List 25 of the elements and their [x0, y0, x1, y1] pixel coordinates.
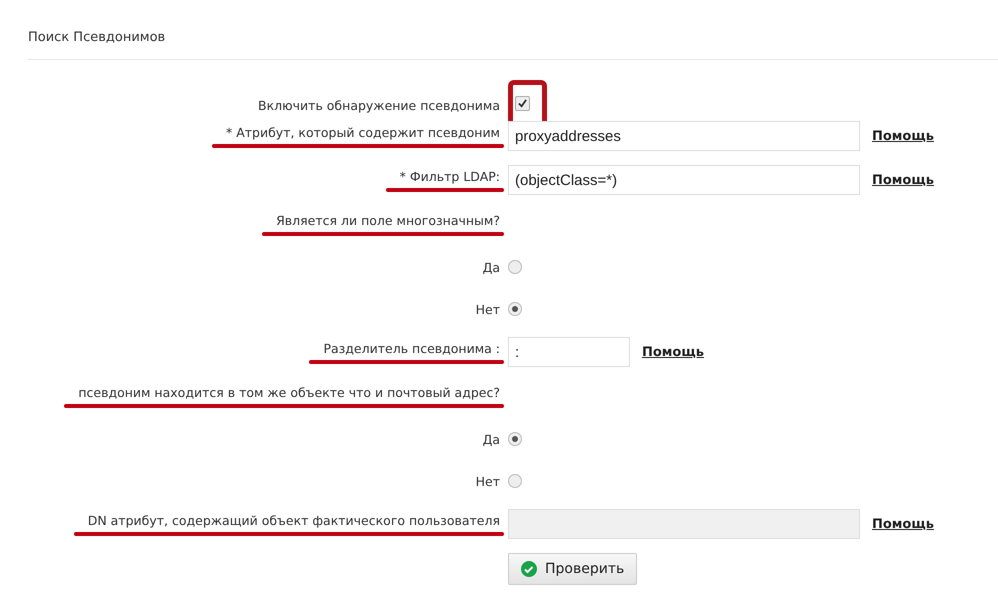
- section-title: Поиск Псевдонимов: [28, 30, 166, 47]
- help-link[interactable]: Помощь: [642, 344, 704, 360]
- radio-button[interactable]: [508, 474, 522, 488]
- radio-label: Да: [482, 432, 500, 446]
- help-link[interactable]: Помощь: [872, 172, 934, 188]
- help-link[interactable]: Помощь: [872, 128, 934, 144]
- input-field[interactable]: :: [508, 337, 630, 367]
- checkbox[interactable]: [515, 96, 530, 111]
- field-label: Включить обнаружение псевдонима: [258, 98, 500, 113]
- check-circle-icon: [521, 561, 537, 577]
- field-label: DN атрибут, содержащий объект фактического пользователя: [88, 512, 500, 528]
- radio-button[interactable]: [508, 302, 522, 316]
- field-label: псевдоним находится в том же объекте что и почтовый адрес?: [78, 384, 500, 400]
- field-label: * Фильтр LDAP:: [400, 168, 500, 184]
- field-label: * Атрибут, который содержит псевдоним: [226, 124, 500, 140]
- radio-label: Нет: [476, 302, 500, 316]
- radio-button[interactable]: [508, 260, 522, 274]
- check-button[interactable]: Проверить: [508, 553, 638, 585]
- field-label: Разделитель псевдонима :: [323, 340, 500, 356]
- radio-label: Да: [482, 260, 500, 274]
- radio-button[interactable]: [508, 432, 522, 446]
- radio-label: Нет: [476, 474, 500, 488]
- input-field[interactable]: proxyaddresses: [508, 121, 860, 151]
- input-field[interactable]: (objectClass=*): [508, 165, 860, 195]
- field-label: Является ли поле многозначным?: [276, 212, 500, 228]
